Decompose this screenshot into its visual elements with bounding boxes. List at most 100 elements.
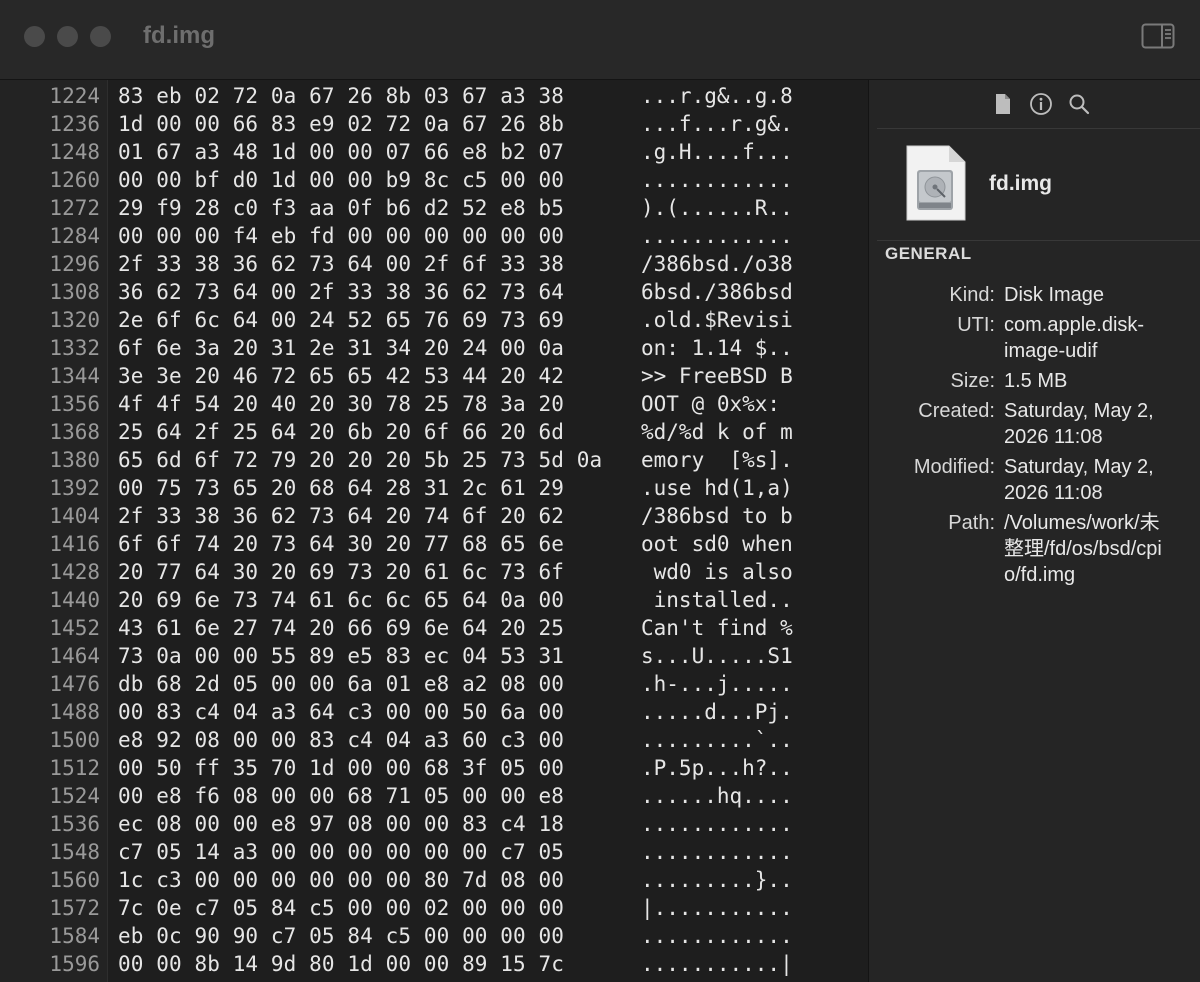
- row-bytes[interactable]: 6f 6f 74 20 73 64 30 20 77 68 65 6e: [118, 530, 564, 558]
- row-ascii[interactable]: .........}..: [641, 866, 793, 894]
- row-ascii[interactable]: Can't find %: [641, 614, 793, 642]
- hex-row[interactable]: 1284 00 00 00 f4 eb fd 00 00 00 00 00 00.…: [0, 222, 868, 250]
- row-ascii[interactable]: OOT @ 0x%x:: [641, 390, 793, 418]
- row-ascii[interactable]: ............: [641, 810, 793, 838]
- hex-row[interactable]: 1380 65 6d 6f 72 79 20 20 20 5b 25 73 5d …: [0, 446, 868, 474]
- row-ascii[interactable]: wd0 is also: [641, 558, 793, 586]
- row-bytes[interactable]: db 68 2d 05 00 00 6a 01 e8 a2 08 00: [118, 670, 564, 698]
- minimize-window-button[interactable]: [57, 26, 78, 47]
- row-bytes[interactable]: ec 08 00 00 e8 97 08 00 00 83 c4 18: [118, 810, 564, 838]
- hex-row[interactable]: 1308 36 62 73 64 00 2f 33 38 36 62 73 64 6…: [0, 278, 868, 306]
- hex-row[interactable]: 1524 00 e8 f6 08 00 00 68 71 05 00 00 e8.…: [0, 782, 868, 810]
- row-bytes[interactable]: eb 0c 90 90 c7 05 84 c5 00 00 00 00: [118, 922, 564, 950]
- hex-row[interactable]: 1260 00 00 bf d0 1d 00 00 b9 8c c5 00 00.…: [0, 166, 868, 194]
- row-bytes[interactable]: 1d 00 00 66 83 e9 02 72 0a 67 26 8b: [118, 110, 564, 138]
- row-ascii[interactable]: ............: [641, 166, 793, 194]
- hex-row[interactable]: 1488 00 83 c4 04 a3 64 c3 00 00 50 6a 00.…: [0, 698, 868, 726]
- row-ascii[interactable]: .old.$Revisi: [641, 306, 793, 334]
- hex-row[interactable]: 1356 4f 4f 54 20 40 20 30 78 25 78 3a 20 O…: [0, 390, 868, 418]
- row-ascii[interactable]: /386bsd to b: [641, 502, 793, 530]
- hex-row[interactable]: 1548 c7 05 14 a3 00 00 00 00 00 00 c7 05.…: [0, 838, 868, 866]
- row-bytes[interactable]: 2f 33 38 36 62 73 64 00 2f 6f 33 38: [118, 250, 564, 278]
- row-ascii[interactable]: installed..: [641, 586, 793, 614]
- row-ascii[interactable]: >> FreeBSD B: [641, 362, 793, 390]
- close-window-button[interactable]: [24, 26, 45, 47]
- row-bytes[interactable]: 20 77 64 30 20 69 73 20 61 6c 73 6f: [118, 558, 564, 586]
- row-ascii[interactable]: ).(......R..: [641, 194, 793, 222]
- info-icon[interactable]: [1029, 92, 1053, 116]
- row-bytes[interactable]: 3e 3e 20 46 72 65 65 42 53 44 20 42: [118, 362, 564, 390]
- hex-row[interactable]: 1536 ec 08 00 00 e8 97 08 00 00 83 c4 18.…: [0, 810, 868, 838]
- hex-row[interactable]: 1392 00 75 73 65 20 68 64 28 31 2c 61 29.…: [0, 474, 868, 502]
- sidebar-toggle-icon[interactable]: [1141, 22, 1175, 50]
- row-ascii[interactable]: ............: [641, 922, 793, 950]
- hex-row[interactable]: 1440 20 69 6e 73 74 61 6c 6c 65 64 0a 00 …: [0, 586, 868, 614]
- hex-row[interactable]: 1248 01 67 a3 48 1d 00 00 07 66 e8 b2 07.…: [0, 138, 868, 166]
- hex-row[interactable]: 1596 00 00 8b 14 9d 80 1d 00 00 89 15 7c.…: [0, 950, 868, 978]
- hex-row[interactable]: 1464 73 0a 00 00 55 89 e5 83 ec 04 53 31 s…: [0, 642, 868, 670]
- row-ascii[interactable]: ............: [641, 838, 793, 866]
- row-bytes[interactable]: 36 62 73 64 00 2f 33 38 36 62 73 64: [118, 278, 564, 306]
- row-bytes[interactable]: 00 e8 f6 08 00 00 68 71 05 00 00 e8: [118, 782, 564, 810]
- row-bytes[interactable]: 01 67 a3 48 1d 00 00 07 66 e8 b2 07: [118, 138, 564, 166]
- row-bytes[interactable]: 4f 4f 54 20 40 20 30 78 25 78 3a 20: [118, 390, 564, 418]
- row-ascii[interactable]: .....d...Pj.: [641, 698, 793, 726]
- hex-row[interactable]: 1236 1d 00 00 66 83 e9 02 72 0a 67 26 8b.…: [0, 110, 868, 138]
- row-ascii[interactable]: ...........|: [641, 950, 793, 978]
- row-bytes[interactable]: c7 05 14 a3 00 00 00 00 00 00 c7 05: [118, 838, 564, 866]
- row-bytes[interactable]: 29 f9 28 c0 f3 aa 0f b6 d2 52 e8 b5: [118, 194, 564, 222]
- row-bytes[interactable]: 83 eb 02 72 0a 67 26 8b 03 67 a3 38: [118, 82, 564, 110]
- row-bytes[interactable]: 00 00 8b 14 9d 80 1d 00 00 89 15 7c: [118, 950, 564, 978]
- row-bytes[interactable]: 00 50 ff 35 70 1d 00 00 68 3f 05 00: [118, 754, 564, 782]
- row-bytes[interactable]: 2e 6f 6c 64 00 24 52 65 76 69 73 69: [118, 306, 564, 334]
- row-ascii[interactable]: %d/%d k of m: [641, 418, 793, 446]
- row-ascii[interactable]: s...U.....S1: [641, 642, 793, 670]
- row-ascii[interactable]: /386bsd./o38: [641, 250, 793, 278]
- row-ascii[interactable]: |...........: [641, 894, 793, 922]
- hex-row[interactable]: 1320 2e 6f 6c 64 00 24 52 65 76 69 73 69.…: [0, 306, 868, 334]
- row-bytes[interactable]: 7c 0e c7 05 84 c5 00 00 02 00 00 00: [118, 894, 564, 922]
- row-ascii[interactable]: ............: [641, 222, 793, 250]
- row-bytes[interactable]: 00 83 c4 04 a3 64 c3 00 00 50 6a 00: [118, 698, 564, 726]
- hex-row[interactable]: 1572 7c 0e c7 05 84 c5 00 00 02 00 00 00 |…: [0, 894, 868, 922]
- hex-row[interactable]: 1416 6f 6f 74 20 73 64 30 20 77 68 65 6e o…: [0, 530, 868, 558]
- row-ascii[interactable]: 6bsd./386bsd: [641, 278, 793, 306]
- hex-row[interactable]: 1332 6f 6e 3a 20 31 2e 31 34 20 24 00 0a o…: [0, 334, 868, 362]
- hex-row[interactable]: 1272 29 f9 28 c0 f3 aa 0f b6 d2 52 e8 b5)…: [0, 194, 868, 222]
- hex-row[interactable]: 1500 e8 92 08 00 00 83 c4 04 a3 60 c3 00.…: [0, 726, 868, 754]
- row-bytes[interactable]: 00 00 bf d0 1d 00 00 b9 8c c5 00 00: [118, 166, 564, 194]
- row-bytes[interactable]: 20 69 6e 73 74 61 6c 6c 65 64 0a 00: [118, 586, 564, 614]
- row-ascii[interactable]: .h-...j.....: [641, 670, 793, 698]
- row-ascii[interactable]: .g.H....f...: [641, 138, 793, 166]
- row-ascii[interactable]: .use hd(1,a): [641, 474, 793, 502]
- row-bytes[interactable]: 25 64 2f 25 64 20 6b 20 6f 66 20 6d: [118, 418, 564, 446]
- row-ascii[interactable]: .........`..: [641, 726, 793, 754]
- zoom-window-button[interactable]: [90, 26, 111, 47]
- hex-row[interactable]: 1584 eb 0c 90 90 c7 05 84 c5 00 00 00 00.…: [0, 922, 868, 950]
- hex-row[interactable]: 1452 43 61 6e 27 74 20 66 69 6e 64 20 25 C…: [0, 614, 868, 642]
- hex-row[interactable]: 1512 00 50 ff 35 70 1d 00 00 68 3f 05 00.…: [0, 754, 868, 782]
- row-ascii[interactable]: .P.5p...h?..: [641, 754, 793, 782]
- row-ascii[interactable]: ......hq....: [641, 782, 793, 810]
- magnifier-icon[interactable]: [1067, 92, 1091, 116]
- row-bytes[interactable]: e8 92 08 00 00 83 c4 04 a3 60 c3 00: [118, 726, 564, 754]
- hex-row[interactable]: 1344 3e 3e 20 46 72 65 65 42 53 44 20 42 >…: [0, 362, 868, 390]
- row-bytes[interactable]: 6f 6e 3a 20 31 2e 31 34 20 24 00 0a: [118, 334, 564, 362]
- hex-row[interactable]: 1368 25 64 2f 25 64 20 6b 20 6f 66 20 6d%…: [0, 418, 868, 446]
- row-ascii[interactable]: emory [%s].: [641, 446, 793, 474]
- row-ascii[interactable]: ...r.g&..g.8: [641, 82, 793, 110]
- hex-row[interactable]: 1428 20 77 64 30 20 69 73 20 61 6c 73 6f …: [0, 558, 868, 586]
- row-bytes[interactable]: 1c c3 00 00 00 00 00 00 80 7d 08 00: [118, 866, 564, 894]
- hex-row[interactable]: 1560 1c c3 00 00 00 00 00 00 80 7d 08 00.…: [0, 866, 868, 894]
- hex-row[interactable]: 1404 2f 33 38 36 62 73 64 20 74 6f 20 62 /…: [0, 502, 868, 530]
- document-icon[interactable]: [991, 92, 1015, 116]
- row-bytes[interactable]: 43 61 6e 27 74 20 66 69 6e 64 20 25: [118, 614, 564, 642]
- hex-row[interactable]: 1224 83 eb 02 72 0a 67 26 8b 03 67 a3 38.…: [0, 82, 868, 110]
- hex-row[interactable]: 1296 2f 33 38 36 62 73 64 00 2f 6f 33 38 /…: [0, 250, 868, 278]
- row-bytes[interactable]: 65 6d 6f 72 79 20 20 20 5b 25 73 5d 0a: [118, 446, 602, 474]
- row-ascii[interactable]: ...f...r.g&.: [641, 110, 793, 138]
- hex-view[interactable]: 1224 83 eb 02 72 0a 67 26 8b 03 67 a3 38.…: [0, 80, 868, 982]
- row-ascii[interactable]: oot sd0 when: [641, 530, 793, 558]
- row-bytes[interactable]: 73 0a 00 00 55 89 e5 83 ec 04 53 31: [118, 642, 564, 670]
- row-bytes[interactable]: 00 00 00 f4 eb fd 00 00 00 00 00 00: [118, 222, 564, 250]
